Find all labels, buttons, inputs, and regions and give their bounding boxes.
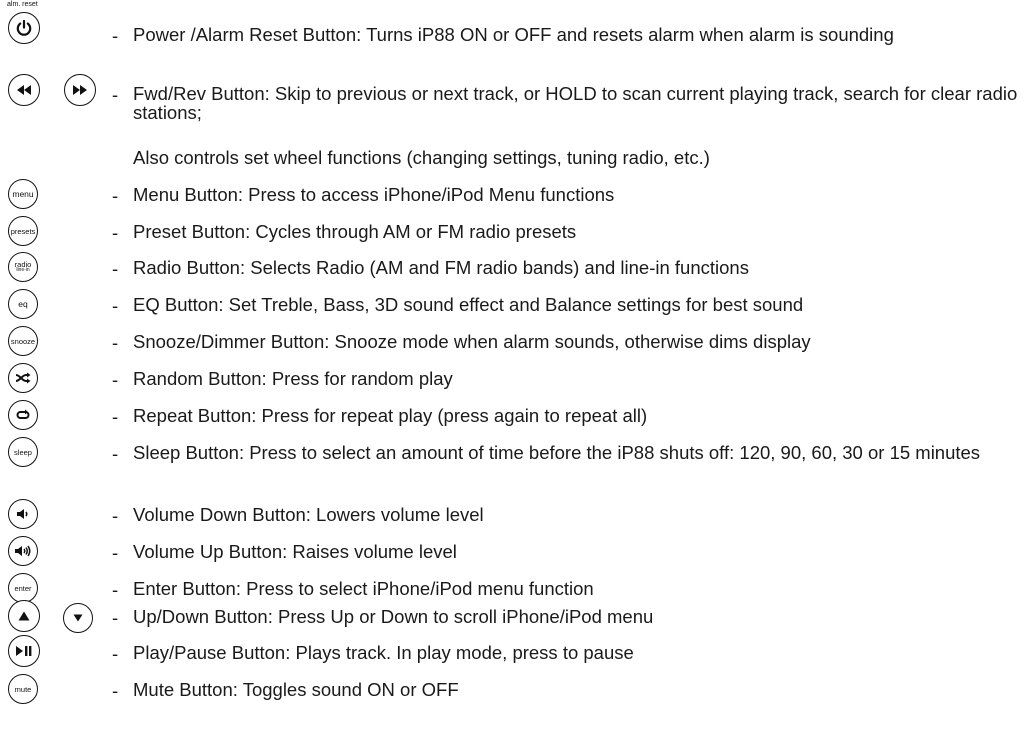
volume-up-icon — [14, 545, 32, 557]
menu-description: Menu Button: Press to access iPhone/iPod… — [133, 184, 615, 205]
row-dash: - — [112, 542, 119, 563]
power-icon — [15, 19, 33, 37]
presets-button[interactable]: presets — [8, 216, 38, 246]
sleep-button[interactable]: sleep — [8, 437, 38, 467]
eq-description: EQ Button: Set Treble, Bass, 3D sound ef… — [133, 294, 804, 315]
row-dash: - — [112, 369, 119, 390]
volume-down-button[interactable] — [8, 499, 38, 529]
power-description: Power /Alarm Reset Button: Turns iP88 ON… — [133, 24, 894, 45]
row-dash: - — [112, 185, 119, 206]
random-description: Random Button: Press for random play — [133, 368, 453, 389]
presets-description: Preset Button: Cycles through AM or FM r… — [133, 221, 577, 242]
volume-down-icon — [16, 508, 30, 520]
up-button[interactable] — [8, 600, 40, 632]
repeat-button[interactable] — [8, 400, 38, 430]
enter-button-label: enter — [14, 583, 32, 593]
sleep-description: Sleep Button: Press to select an amount … — [133, 442, 981, 463]
volume-up-button[interactable] — [8, 536, 38, 566]
fast-forward-button[interactable] — [64, 74, 96, 106]
mute-button[interactable]: mute — [8, 674, 38, 704]
enter-description: Enter Button: Press to select iPhone/iPo… — [133, 578, 594, 599]
set-wheel-note: Also controls set wheel functions (chang… — [133, 147, 710, 168]
radio-button[interactable]: radio line-in — [8, 252, 38, 282]
up-arrow-icon — [18, 611, 30, 621]
row-dash: - — [112, 84, 119, 105]
play-pause-icon — [15, 645, 33, 657]
row-dash: - — [112, 443, 119, 464]
volume-up-description: Volume Up Button: Raises volume level — [133, 541, 457, 562]
random-button[interactable] — [8, 363, 38, 393]
eq-button[interactable]: eq — [8, 289, 38, 319]
row-dash: - — [112, 406, 119, 427]
row-dash: - — [112, 607, 119, 628]
volume-down-description: Volume Down Button: Lowers volume level — [133, 504, 484, 525]
fwd-rev-description: Fwd/Rev Button: Skip to previous or next… — [133, 83, 1018, 123]
play-pause-button[interactable] — [8, 635, 40, 667]
alarm-reset-caption: alm. reset — [7, 1, 38, 8]
row-dash: - — [112, 505, 119, 526]
power-button[interactable] — [8, 12, 40, 44]
snooze-description: Snooze/Dimmer Button: Snooze mode when a… — [133, 331, 811, 352]
up-down-description: Up/Down Button: Press Up or Down to scro… — [133, 606, 654, 627]
repeat-icon — [15, 409, 31, 421]
fast-forward-icon — [71, 84, 89, 96]
snooze-button[interactable]: snooze — [8, 326, 38, 356]
snooze-button-label: snooze — [10, 336, 36, 346]
mute-button-label: mute — [14, 684, 32, 694]
presets-button-label: presets — [10, 226, 36, 236]
row-dash: - — [112, 332, 119, 353]
row-dash: - — [112, 680, 119, 701]
row-dash: - — [112, 295, 119, 316]
row-dash: - — [112, 258, 119, 279]
radio-description: Radio Button: Selects Radio (AM and FM r… — [133, 257, 749, 278]
play-pause-description: Play/Pause Button: Plays track. In play … — [133, 642, 634, 663]
line-in-label: line-in — [16, 267, 30, 273]
row-dash: - — [112, 25, 119, 46]
down-arrow-icon — [73, 614, 83, 622]
rewind-button[interactable] — [8, 74, 40, 106]
down-button[interactable] — [63, 603, 93, 633]
eq-button-label: eq — [18, 299, 28, 309]
repeat-description: Repeat Button: Press for repeat play (pr… — [133, 405, 648, 426]
mute-description: Mute Button: Toggles sound ON or OFF — [133, 679, 459, 700]
rewind-icon — [15, 84, 33, 96]
menu-button[interactable]: menu — [8, 179, 38, 209]
sleep-button-label: sleep — [14, 447, 32, 457]
row-dash: - — [112, 222, 119, 243]
enter-button[interactable]: enter — [8, 573, 38, 603]
row-dash: - — [112, 643, 119, 664]
row-dash: - — [112, 579, 119, 600]
menu-button-label: menu — [12, 189, 34, 199]
shuffle-icon — [15, 372, 31, 384]
